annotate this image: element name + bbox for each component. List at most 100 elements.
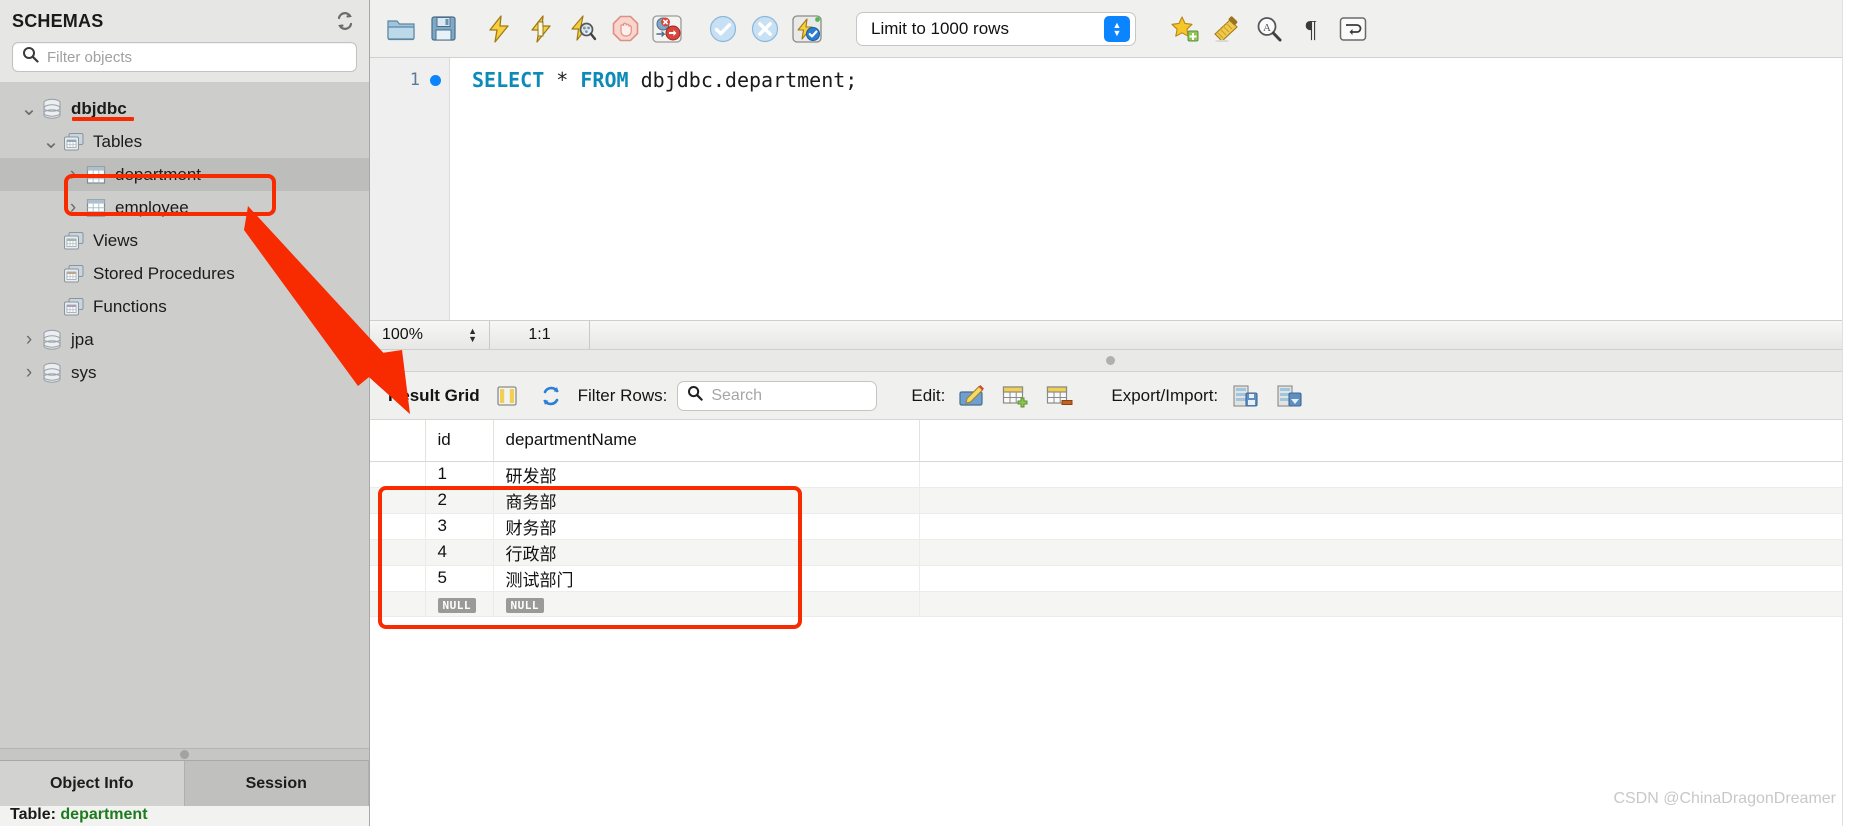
tab-session[interactable]: Session <box>184 761 369 806</box>
table-row[interactable]: 3 财务部 <box>370 513 1850 540</box>
beautify-sql-button[interactable] <box>1206 8 1248 50</box>
row-selector-cell[interactable] <box>370 513 426 540</box>
sidebar-bottom-tabs[interactable]: Object Info Session <box>0 760 369 806</box>
chevron-down-icon[interactable]: ⌄ <box>40 132 62 152</box>
toggle-invisible-chars-button[interactable]: ¶ <box>1290 8 1332 50</box>
refresh-icon[interactable] <box>335 11 355 31</box>
editor-status-spacer <box>590 321 1850 349</box>
filter-objects-input[interactable] <box>47 48 347 66</box>
cell-id[interactable]: 2 <box>425 487 494 514</box>
editor-code-area[interactable]: SELECT * FROM dbjdbc.department; <box>450 58 1850 320</box>
result-grid[interactable]: id departmentName 1 研发部 2 商务部 3 财务部 4 行政部 5 测试部门 N… <box>370 420 1850 826</box>
stop-button[interactable] <box>604 8 646 50</box>
database-icon <box>40 362 64 384</box>
import-disk-icon[interactable] <box>1272 379 1306 413</box>
blue-dot-icon[interactable] <box>430 74 441 86</box>
execute-current-statement-button[interactable] <box>520 8 562 50</box>
editor-zoom-control[interactable]: 100% ▲ ▼ <box>370 321 490 349</box>
row-selector-cell[interactable] <box>370 539 426 566</box>
schema-tree[interactable]: ⌄ dbjdbc ⌄ Tables › department › employee Views S… <box>0 82 369 748</box>
cell-departmentname[interactable]: 研发部 <box>493 461 920 488</box>
export-disk-icon[interactable] <box>1228 379 1262 413</box>
table-row[interactable]: NULL NULL <box>370 591 1850 617</box>
filter-rows-label: Filter Rows: <box>577 385 668 405</box>
tree-item-employee[interactable]: › employee <box>0 191 369 224</box>
editor-line-marker[interactable]: 1 <box>370 66 449 94</box>
tree-item-label: department <box>115 165 201 184</box>
tree-item-functions[interactable]: Functions <box>0 290 369 323</box>
table-row[interactable]: 5 测试部门 <box>370 565 1850 592</box>
toggle-stop-on-error-button[interactable] <box>646 8 688 50</box>
cell-id[interactable]: 3 <box>425 513 494 540</box>
explain-statement-button[interactable] <box>562 8 604 50</box>
table-add-icon[interactable] <box>999 379 1033 413</box>
filter-objects-box[interactable] <box>12 42 357 72</box>
cell-departmentname[interactable]: NULL <box>493 591 920 617</box>
tree-item-stored-procedures[interactable]: Stored Procedures <box>0 257 369 290</box>
chevron-updown-icon[interactable]: ▲ ▼ <box>468 327 477 344</box>
table-row[interactable]: 1 研发部 <box>370 461 1850 488</box>
svg-text:A: A <box>1263 22 1271 34</box>
filter-rows-search-box[interactable] <box>677 380 919 411</box>
column-header-blank[interactable] <box>919 420 1850 462</box>
cell-departmentname[interactable]: 商务部 <box>493 487 920 514</box>
chevron-right-icon[interactable]: › <box>18 329 40 351</box>
sql-star-operator: * <box>556 68 569 92</box>
cell-id[interactable]: NULL <box>425 591 494 617</box>
sql-keyword-from: FROM <box>580 68 629 92</box>
rollback-button[interactable] <box>744 8 786 50</box>
row-selector-cell[interactable] <box>370 565 426 592</box>
cell-id[interactable]: 5 <box>425 565 494 592</box>
row-selector-cell[interactable] <box>370 487 426 514</box>
tree-item-tables[interactable]: ⌄ Tables <box>0 125 369 158</box>
cell-id[interactable]: 4 <box>425 539 494 566</box>
column-header-selector[interactable] <box>370 420 426 462</box>
find-button[interactable]: A <box>1248 8 1290 50</box>
filter-rows-input[interactable] <box>711 386 919 405</box>
row-limit-select[interactable]: Limit to 1000 rows ▲ ▼ <box>856 11 1136 46</box>
column-header-id[interactable]: id <box>425 420 494 462</box>
chevron-right-icon[interactable]: › <box>62 164 84 186</box>
cell-id[interactable]: 1 <box>425 461 494 488</box>
table-delete-icon[interactable] <box>1043 379 1077 413</box>
cell-departmentname[interactable]: 财务部 <box>493 513 920 540</box>
open-sql-file-button[interactable] <box>380 8 422 50</box>
tree-item-sys[interactable]: › sys <box>0 356 369 389</box>
execute-statement-button[interactable] <box>478 8 520 50</box>
tab-object-info[interactable]: Object Info <box>0 761 185 806</box>
sql-editor[interactable]: 1 SELECT * FROM dbjdbc.department; <box>370 58 1850 320</box>
tree-item-jpa[interactable]: › jpa <box>0 323 369 356</box>
splitter-handle-icon <box>180 750 189 759</box>
cell-departmentname[interactable]: 测试部门 <box>493 565 920 592</box>
chevron-right-icon[interactable]: › <box>62 197 84 219</box>
row-selector-cell[interactable] <box>370 461 426 488</box>
column-header-departmentname[interactable]: departmentName <box>493 420 920 462</box>
save-snippet-button[interactable] <box>1164 8 1206 50</box>
refresh-arrows-icon[interactable] <box>534 379 568 413</box>
chevron-down-icon[interactable]: ⌄ <box>18 99 40 119</box>
pencil-icon[interactable] <box>955 379 989 413</box>
tree-item-department[interactable]: › department <box>0 158 369 191</box>
splitter-handle-icon <box>1105 356 1115 365</box>
tree-item-dbjdbc[interactable]: ⌄ dbjdbc <box>0 92 369 125</box>
chevron-updown-icon[interactable]: ▲ ▼ <box>1104 15 1130 42</box>
results-splitter[interactable] <box>370 350 1850 372</box>
chevron-right-icon[interactable]: › <box>18 362 40 384</box>
toggle-word-wrap-button[interactable] <box>1332 8 1374 50</box>
cell-blank <box>919 461 1850 488</box>
tree-item-views[interactable]: Views <box>0 224 369 257</box>
commit-button[interactable] <box>702 8 744 50</box>
row-selector-cell[interactable] <box>370 591 426 617</box>
object-info-strip: Table: department <box>0 806 369 826</box>
null-badge: NULL <box>505 597 544 613</box>
cell-departmentname[interactable]: 行政部 <box>493 539 920 566</box>
table-row[interactable]: 2 商务部 <box>370 487 1850 514</box>
schemas-sidebar: SCHEMAS ⌄dbjdb <box>0 0 370 826</box>
table-row[interactable]: 4 行政部 <box>370 539 1850 566</box>
null-badge: NULL <box>437 597 476 613</box>
save-sql-file-button[interactable] <box>422 8 464 50</box>
sidebar-splitter[interactable] <box>0 748 369 760</box>
grid-columns-icon[interactable] <box>490 379 524 413</box>
toggle-autocommit-button[interactable] <box>786 8 828 50</box>
cell-blank <box>919 539 1850 566</box>
